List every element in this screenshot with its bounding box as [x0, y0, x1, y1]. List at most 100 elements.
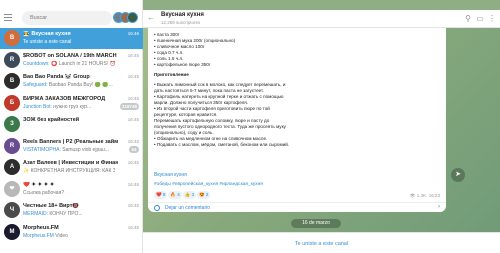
chat-title: 👩‍🍳 Вкусная кухня: [23, 31, 71, 37]
date-separator: 16 de marzo: [291, 219, 341, 228]
more-menu-icon[interactable]: ⋮: [486, 13, 498, 25]
chat-sidebar: В👩‍🍳 Вкусная кухня 16:46 Te uniste a este …: [0, 0, 143, 253]
joined-channel-button[interactable]: Te uniste a este canal: [143, 233, 500, 253]
chat-avatar: Б: [4, 94, 20, 111]
channel-subscribers: 12,269 suscriptores: [161, 20, 201, 25]
sidebar-top-bar: [0, 10, 143, 26]
chat-title: Morpheus.FM: [23, 224, 59, 231]
chat-list-item[interactable]: Ч Честные 18+ Вирт🔞 16:45 MERMAID: КОНЧУ ПР…: [0, 200, 143, 221]
chat-title: Азат Валеев | Инвестиции и Финансы: [23, 160, 118, 166]
search-box[interactable]: [22, 11, 112, 25]
chat-avatar: R: [4, 137, 20, 154]
chat-preview-text: Ссылка рабочая?: [23, 189, 65, 196]
bottom-bar: Te uniste a este canal: [143, 232, 500, 253]
chat-preview-sender: Junction Bot:: [23, 103, 52, 110]
post-text-line: • Подавать с маслом, мёдом, сметаной, бе…: [154, 142, 290, 147]
chat-title: Bao Bao Panda 🐼 Group: [23, 74, 90, 80]
chat-preview: VISTATIMOPHA: Samusp viob ejpau...: [23, 147, 115, 153]
chat-preview-text: Te uniste a este canal: [23, 39, 72, 45]
chat-preview-text: КОНЧУ ПРО...: [48, 211, 83, 217]
post-channel-link[interactable]: Вкусная кухня: [154, 172, 187, 178]
stories-strip[interactable]: [113, 11, 141, 25]
comment-bar[interactable]: Dejar un comentario ›: [148, 202, 446, 212]
chat-avatar: ❤: [4, 180, 20, 197]
chat-title: БИРЖА ЗАКАЗОВ МЕЖГОРОД: [23, 95, 106, 102]
chat-preview: ✨ КОНКРЕТНАЯ ИНСТРУКЦИЯ: КАК З...: [23, 168, 115, 174]
channel-title[interactable]: Вкусная кухня: [161, 12, 204, 18]
post-views: 👁 1.3K: [409, 193, 426, 198]
chat-preview: Ссылка рабочая?: [23, 190, 115, 196]
chat-avatar: B: [4, 73, 20, 89]
chat-time: 16:45: [127, 181, 139, 187]
reaction-chip[interactable]: 👍 3: [182, 191, 197, 199]
chat-avatar: В: [4, 30, 20, 46]
chat-list-item[interactable]: M Morpheus.FM 16:45 Morpheus.FM Video: [0, 222, 143, 243]
unread-badge: 218748: [119, 102, 139, 110]
chat-title: ❤️ ✦ ✦ ✦ ✦: [23, 181, 55, 188]
reaction-chip[interactable]: ❤️ 8: [154, 191, 168, 199]
story-avatar[interactable]: [127, 12, 138, 23]
post-hashtags[interactable]: #обеды #европейская_кухня #ирландская_ку…: [154, 182, 263, 187]
chat-avatar: А: [4, 159, 20, 175]
post-time: 16:23: [428, 193, 440, 198]
chat-list-item[interactable]: Б БИРЖА ЗАКАЗОВ МЕЖГОРОД 16:45 Junction Bot…: [0, 93, 143, 114]
chat-list-item[interactable]: В 👩‍🍳 Вкусная кухня 16:46 Te uniste a este …: [0, 28, 143, 49]
unread-badge: 64: [129, 145, 139, 153]
chat-preview-text: ⭕ Launch in 21 HOURS! ⏰...: [49, 60, 115, 67]
search-input[interactable]: [22, 11, 112, 25]
chat-preview: Junction Bot: нужно груз кур...: [23, 104, 115, 110]
chat-preview-sender: Countdown:: [23, 60, 50, 67]
chat-preview: Morpheus.FM Video: [23, 233, 115, 239]
chat-title: $ROBOT on SOLANA / 19th MARCH 19:0...: [23, 52, 118, 59]
chat-preview: Te uniste a este canal: [23, 39, 115, 45]
chat-preview-sender: Morpheus.FM: [23, 232, 54, 239]
chat-preview-text: ✨ КОНКРЕТНАЯ ИНСТРУКЦИЯ: КАК З...: [23, 168, 115, 174]
telegram-app: В👩‍🍳 Вкусная кухня 16:46 Te uniste a este …: [0, 0, 500, 253]
reaction-chip[interactable]: 🔥 4: [168, 191, 182, 199]
chat-preview: MERMAID: КОНЧУ ПРО...: [23, 211, 115, 217]
chat-avatar: M: [4, 223, 20, 240]
chat-title: Reels Banners | P2 (Реальные займы) P...: [23, 138, 118, 145]
chat-list-item[interactable]: R$ROBOT on SOLANA / 19th MARCH 19:0... 16…: [0, 50, 143, 71]
post-reactions: ❤️ 8 🔥 4 👍 3 😍 2: [154, 191, 211, 199]
chat-preview-text: нужно груз кур...: [51, 103, 92, 110]
chat-list-item[interactable]: ❤ ❤️ ✦ ✦ ✦ ✦ 16:45 Ссылка рабочая?: [0, 179, 143, 200]
chat-list-item[interactable]: B Bao Bao Panda 🐼 Group 16:45 Safeguard: Ba…: [0, 71, 143, 92]
chat-time: 16:45: [127, 74, 139, 79]
chat-preview-sender: MERMAID:: [23, 211, 48, 217]
search-icon[interactable]: ⚲: [462, 13, 474, 25]
chat-time: 16:45: [127, 117, 139, 122]
hamburger-menu-icon[interactable]: [4, 14, 12, 21]
chat-time: 16:45: [127, 224, 139, 230]
post-text: • паста 300г • пшеничная мука 200г (опцио…: [154, 32, 439, 148]
chat-avatar: Ч: [4, 202, 20, 218]
chat-title: Честные 18+ Вирт🔞: [23, 203, 80, 209]
comment-icon: [154, 205, 160, 211]
chat-avatar: R: [4, 51, 20, 68]
share-forward-icon[interactable]: ➤: [451, 168, 465, 182]
chat-time: 16:45: [127, 52, 139, 58]
chat-main: ← Вкусная кухня 12,269 suscriptores ⚲ ▭ …: [143, 0, 500, 253]
back-arrow-icon[interactable]: ←: [147, 13, 155, 22]
chat-time: 16:45: [127, 95, 139, 101]
chat-avatar: З: [4, 116, 20, 132]
chat-time: 16:45: [127, 203, 139, 208]
chat-preview: Safeguard: Baobao Panda Buy! 🟢 🟢...: [23, 82, 115, 88]
chat-preview-text: Samusp viob ejpau...: [60, 146, 109, 153]
reaction-chip[interactable]: 😍 2: [197, 191, 211, 199]
chevron-right-icon: ›: [438, 204, 440, 210]
chat-list-item[interactable]: З ЗОЖ без крайностей 16:45: [0, 114, 143, 135]
leave-comment-label: Dejar un comentario: [165, 205, 211, 211]
chat-time: 16:45: [127, 160, 139, 165]
chat-preview-text: Baobao Panda Buy! 🟢 🟢...: [47, 82, 113, 88]
chat-time: 16:46: [127, 31, 139, 36]
chat-list-item[interactable]: А Азат Валеев | Инвестиции и Финансы 16:45…: [0, 157, 143, 178]
sidebar-toggle-icon[interactable]: ▭: [474, 13, 486, 25]
chat-time: 16:45: [127, 138, 139, 144]
channel-post: • паста 300г • пшеничная мука 200г (опцио…: [148, 28, 446, 212]
chat-preview: Countdown: ⭕ Launch in 21 HOURS! ⏰...: [23, 61, 115, 67]
chat-preview-sender: VISTATIMOPHA:: [23, 146, 61, 153]
chat-list-item[interactable]: RReels Banners | P2 (Реальные займы) P..…: [0, 136, 143, 157]
chat-header: ← Вкусная кухня 12,269 suscriptores ⚲ ▭ …: [143, 10, 500, 28]
chat-preview-sender: Safeguard:: [23, 82, 48, 88]
